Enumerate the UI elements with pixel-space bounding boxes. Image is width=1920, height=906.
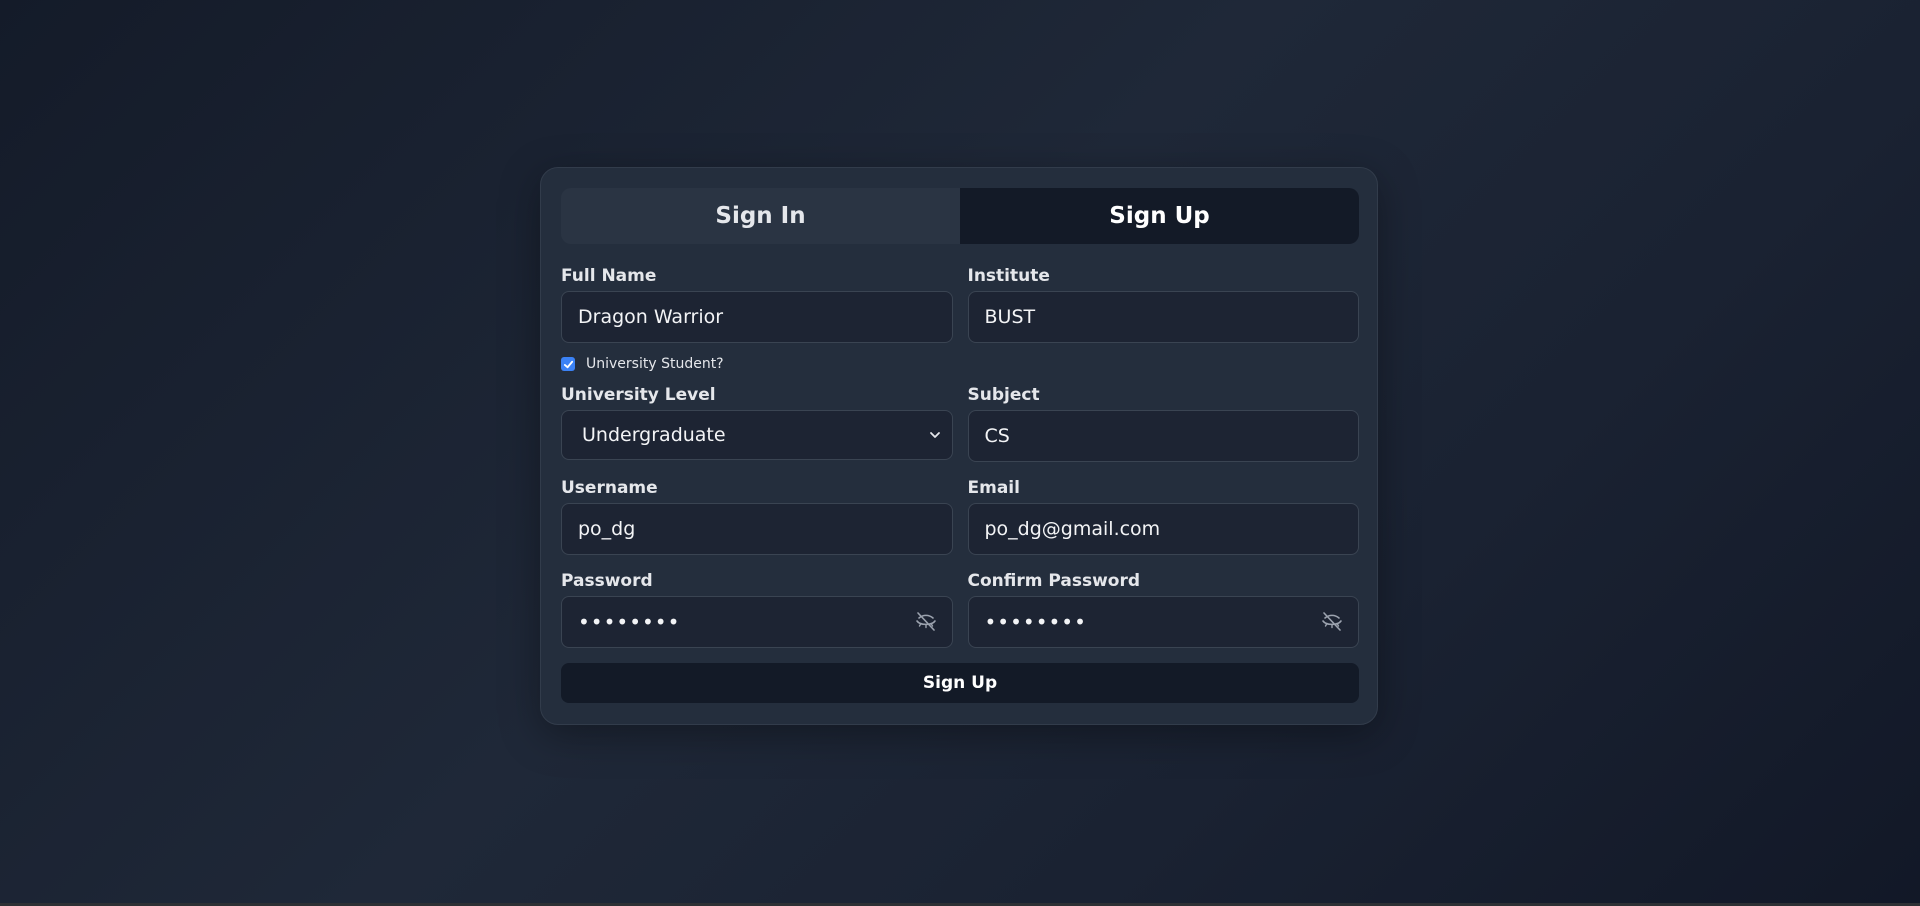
university-level-field-group: University Level Undergraduate bbox=[561, 383, 953, 462]
tab-sign-up[interactable]: Sign Up bbox=[960, 188, 1359, 244]
email-value: po_dg@gmail.com bbox=[984, 518, 1161, 540]
eye-off-icon[interactable] bbox=[914, 610, 938, 634]
row-username-email: Username po_dg Email po_dg@gmail.com bbox=[561, 476, 1359, 555]
confirm-password-input[interactable]: •••••••• bbox=[967, 596, 1359, 648]
full-name-value: Dragon Warrior bbox=[578, 306, 724, 328]
password-input[interactable]: •••••••• bbox=[561, 596, 953, 648]
subject-input[interactable]: CS bbox=[967, 410, 1359, 462]
university-student-row: University Student? bbox=[561, 353, 1357, 375]
email-field-group: Email po_dg@gmail.com bbox=[967, 476, 1359, 555]
row-passwords: Password •••••••• Confirm Password •••••… bbox=[561, 569, 1359, 648]
full-name-input[interactable]: Dragon Warrior bbox=[561, 291, 953, 343]
row-level-subject: University Level Undergraduate Subject C… bbox=[561, 383, 1359, 462]
password-value: •••••••• bbox=[578, 610, 681, 634]
university-student-label: University Student? bbox=[586, 356, 724, 372]
eye-off-icon[interactable] bbox=[1320, 610, 1344, 634]
institute-input[interactable]: BUST bbox=[967, 291, 1359, 343]
university-level-value: Undergraduate bbox=[582, 424, 726, 446]
university-student-checkbox[interactable] bbox=[561, 357, 575, 371]
sign-up-button[interactable]: Sign Up bbox=[561, 663, 1359, 703]
auth-card: Sign In Sign Up Full Name Dragon Warrior… bbox=[540, 167, 1378, 725]
university-level-label: University Level bbox=[561, 385, 716, 405]
full-name-label: Full Name bbox=[561, 266, 657, 286]
institute-label: Institute bbox=[967, 266, 1050, 286]
check-icon bbox=[563, 360, 573, 368]
confirm-password-value: •••••••• bbox=[984, 610, 1087, 634]
confirm-password-label: Confirm Password bbox=[967, 571, 1141, 591]
institute-value: BUST bbox=[984, 306, 1036, 328]
username-input[interactable]: po_dg bbox=[561, 503, 953, 555]
institute-field-group: Institute BUST bbox=[967, 264, 1359, 343]
confirm-password-field-group: Confirm Password •••••••• bbox=[967, 569, 1359, 648]
chevron-down-icon bbox=[929, 432, 940, 438]
email-label: Email bbox=[967, 478, 1020, 498]
username-label: Username bbox=[561, 478, 658, 498]
subject-value: CS bbox=[984, 425, 1010, 447]
password-field-group: Password •••••••• bbox=[561, 569, 953, 648]
password-label: Password bbox=[561, 571, 653, 591]
subject-label: Subject bbox=[967, 385, 1040, 405]
subject-field-group: Subject CS bbox=[967, 383, 1359, 462]
full-name-field-group: Full Name Dragon Warrior bbox=[561, 264, 953, 343]
email-input[interactable]: po_dg@gmail.com bbox=[967, 503, 1359, 555]
tab-sign-in[interactable]: Sign In bbox=[561, 188, 960, 244]
university-level-select[interactable]: Undergraduate bbox=[561, 410, 953, 460]
username-value: po_dg bbox=[578, 518, 636, 540]
auth-tabs: Sign In Sign Up bbox=[561, 188, 1359, 244]
row-name-institute: Full Name Dragon Warrior Institute BUST bbox=[561, 264, 1359, 343]
username-field-group: Username po_dg bbox=[561, 476, 953, 555]
